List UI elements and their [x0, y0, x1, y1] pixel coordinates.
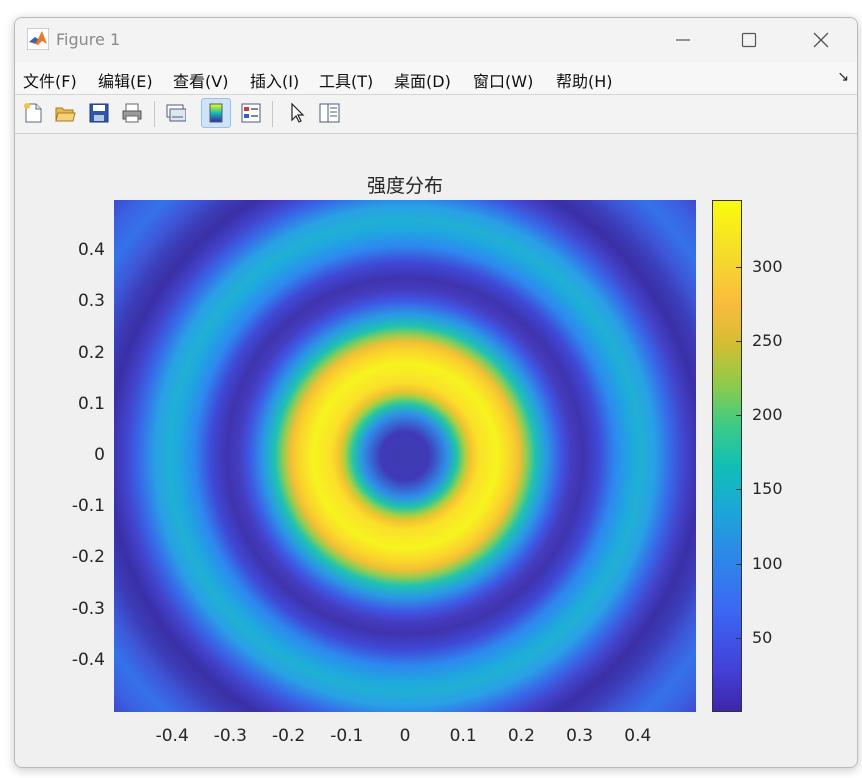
new-figure-button[interactable] [19, 99, 47, 127]
y-tick-label: -0.3 [71, 598, 105, 619]
save-button[interactable] [85, 99, 113, 127]
minimize-icon [676, 39, 690, 41]
insert-colorbar-button[interactable] [201, 98, 231, 128]
colorbar-tick-label: 250 [752, 330, 783, 350]
close-button[interactable] [801, 26, 841, 54]
toolbar [15, 95, 857, 134]
x-tick-label: -0.4 [155, 726, 189, 746]
x-tick-label: 0.1 [449, 726, 477, 746]
y-tick-label: 0.1 [77, 393, 105, 414]
legend-toggle-icon [241, 103, 261, 123]
figure-canvas: 强度分布 0.4 0.3 0.2 0.1 0 -0.1 -0.2 -0.3 -0.4 -0.4 -… [15, 134, 857, 767]
menu-bar: 文件(F) 编辑(E) 查看(V) 插入(I) 工具(T) 桌面(D) 窗口(W… [15, 62, 857, 95]
colorbar-tick-label: 100 [752, 553, 783, 573]
y-tick-label: -0.2 [71, 547, 105, 568]
open-button[interactable] [51, 99, 79, 127]
colorbar-tick-mark [736, 563, 742, 565]
colorbar-tick-label: 300 [752, 256, 783, 276]
menu-insert[interactable]: 插入(I) [250, 68, 299, 92]
colorbar-tick-mark [736, 415, 742, 417]
y-tick-label: 0.3 [77, 291, 105, 312]
colorbar-tick-label: 200 [752, 405, 783, 425]
y-tick-label: 0 [94, 445, 105, 465]
colorbar-tick-mark [736, 266, 742, 268]
insert-legend-button[interactable] [237, 99, 265, 127]
toolbar-separator [272, 101, 273, 127]
link-plot-icon [166, 104, 186, 122]
colorbar-tick-label: 50 [752, 627, 773, 647]
save-icon [89, 103, 109, 123]
figure-window: Figure 1 文件(F) 编辑(E) 查看(V) 插入(I) 工具(T) 桌… [14, 17, 858, 768]
colorbar-toggle-icon [209, 103, 223, 123]
colorbar[interactable] [712, 200, 742, 712]
matlab-logo-icon [27, 28, 49, 50]
property-inspector-icon [319, 103, 340, 123]
menu-edit[interactable]: 编辑(E) [98, 68, 153, 92]
colorbar-tick-label: 150 [752, 479, 783, 499]
new-figure-icon [24, 103, 42, 123]
x-tick-label: -0.2 [272, 726, 306, 746]
y-tick-label: -0.1 [71, 496, 105, 517]
edit-plot-button[interactable] [283, 99, 311, 127]
x-tick-label: 0.4 [624, 726, 652, 746]
x-tick-label: 0 [399, 726, 411, 746]
y-tick-label: -0.4 [71, 649, 105, 670]
menu-help[interactable]: 帮助(H) [556, 68, 613, 92]
maximize-button[interactable] [729, 26, 769, 54]
title-bar[interactable]: Figure 1 [15, 18, 857, 62]
menu-tools[interactable]: 工具(T) [319, 68, 373, 92]
y-tick-label: 0.2 [77, 342, 105, 363]
colorbar-tick-mark [736, 489, 742, 491]
minimize-button[interactable] [663, 26, 703, 54]
close-icon [813, 32, 829, 48]
link-plot-button[interactable] [161, 99, 189, 127]
menu-window[interactable]: 窗口(W) [473, 68, 533, 92]
maximize-icon [741, 32, 757, 48]
open-folder-icon [55, 107, 76, 122]
print-button[interactable] [118, 99, 146, 127]
x-tick-label: -0.1 [330, 726, 364, 746]
colorbar-tick-mark [736, 637, 742, 639]
y-tick-label: 0.4 [77, 240, 105, 261]
menu-file[interactable]: 文件(F) [23, 68, 77, 92]
plot-title: 强度分布 [366, 175, 443, 197]
toolbar-separator [154, 101, 155, 127]
property-inspector-button[interactable] [315, 99, 343, 127]
pointer-edit-icon [291, 102, 305, 123]
menu-desktop[interactable]: 桌面(D) [394, 68, 451, 92]
window-title: Figure 1 [56, 30, 121, 49]
x-tick-label: 0.2 [507, 726, 535, 746]
intensity-heatmap[interactable] [114, 200, 696, 712]
menu-overflow-arrow-icon[interactable]: ↘ [837, 69, 849, 85]
x-tick-label: -0.3 [213, 726, 247, 746]
menu-view[interactable]: 查看(V) [173, 68, 228, 92]
print-icon [122, 103, 142, 123]
colorbar-tick-mark [736, 340, 742, 342]
x-tick-label: 0.3 [566, 726, 594, 746]
